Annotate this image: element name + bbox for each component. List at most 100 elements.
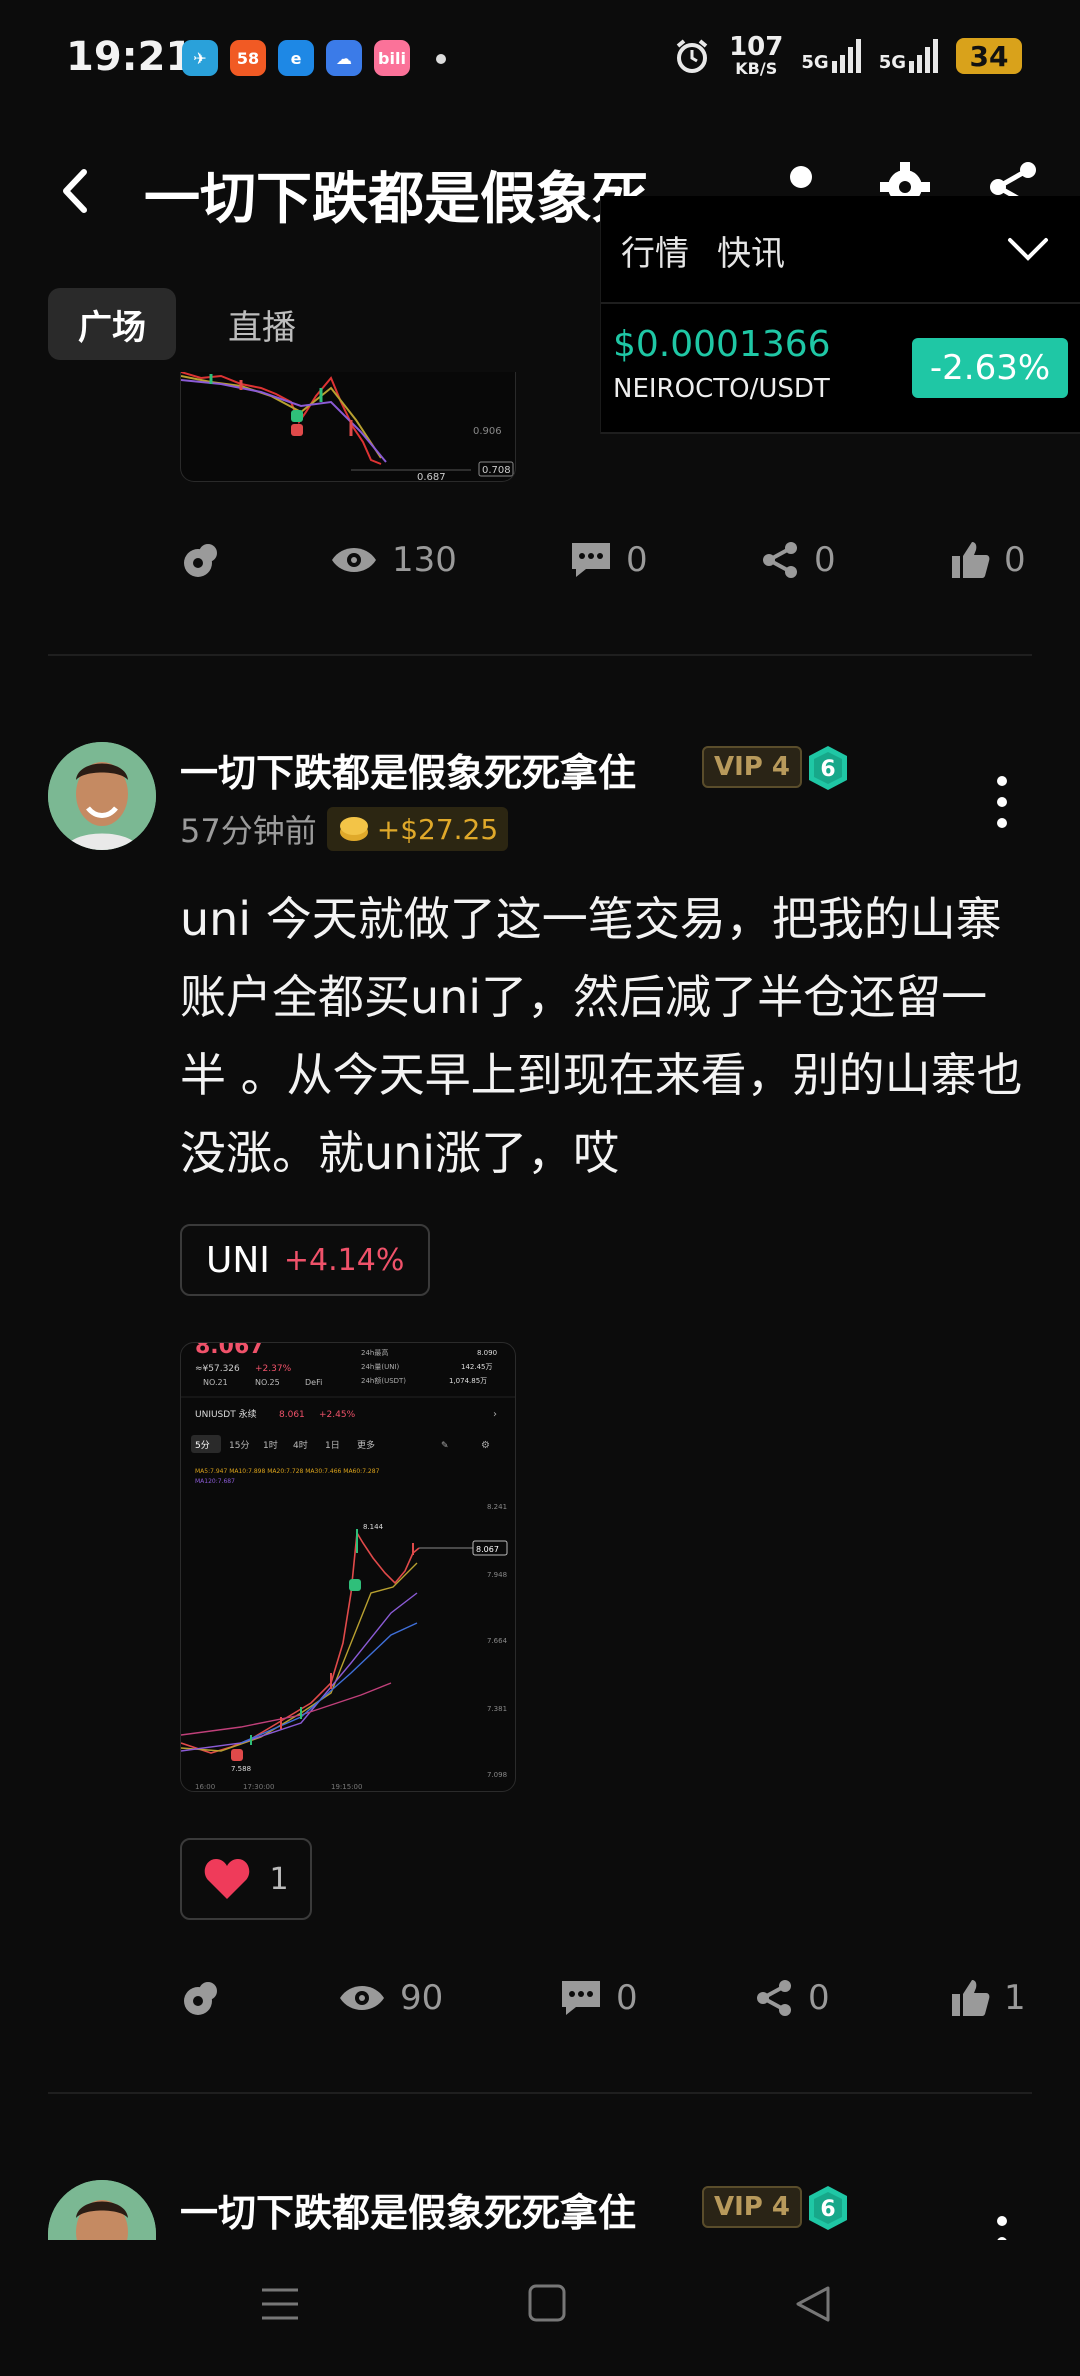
chart-low: 7.588 — [231, 1765, 251, 1773]
post2-chart-graphic: 8.067 ≈¥57.326 +2.37% NO.21 NO.25 DeFi 2… — [181, 1343, 515, 1791]
chart-axis-label: 7.381 — [487, 1705, 507, 1713]
reaction-button[interactable]: 1 — [180, 1838, 312, 1920]
level-number: 6 — [820, 757, 835, 782]
popup-divider-bottom — [601, 432, 1080, 434]
thumbs-up-icon — [952, 1980, 990, 2016]
chart-ma-line: MA5:7.947 MA10:7.898 MA20:7.728 MA30:7.4… — [195, 1468, 380, 1475]
repost-icon[interactable] — [180, 539, 222, 581]
post1-chart-low: 0.687 — [417, 472, 446, 482]
menu-icon[interactable] — [260, 2284, 300, 2324]
back-arrow-icon[interactable] — [56, 166, 96, 216]
chart-axis-label: 7.664 — [487, 1637, 508, 1645]
post1-chart-graphic: 0.708 0.906 0.687 — [181, 372, 514, 482]
shares-stat[interactable]: 0 — [754, 1978, 830, 2018]
chart-timeframe-label: 15分 — [229, 1440, 249, 1451]
chart-time-label: 17:30:00 — [243, 1783, 274, 1791]
views-stat: 90 — [338, 1978, 443, 2018]
comments-count: 0 — [616, 1978, 638, 2018]
comments-stat[interactable]: 0 — [570, 540, 648, 580]
chart-settings-icon: ⚙ — [481, 1440, 490, 1451]
post1-chart-mid: 0.906 — [473, 426, 502, 437]
likes-stat[interactable]: 0 — [950, 540, 1026, 580]
likes-stat[interactable]: 1 — [950, 1978, 1026, 2018]
eye-icon — [332, 548, 376, 572]
more-options-icon[interactable] — [994, 776, 1010, 839]
avatar[interactable] — [48, 742, 156, 850]
chart-timeframe-label: 5分 — [195, 1440, 210, 1451]
more-options-icon[interactable] — [994, 2216, 1010, 2240]
shares-stat[interactable]: 0 — [760, 540, 836, 580]
market-ticker-popup[interactable]: 行情 快讯 $0.0001366 NEIROCTO/USDT -2.63% — [600, 196, 1080, 434]
tab-news[interactable]: 快讯 — [717, 226, 785, 275]
feed-tabs: 广场 直播 — [48, 288, 326, 360]
status-bar: 19:21 ✈ 58 e ☁ bili 107 KB/S 5G 5G 34 — [0, 0, 1080, 118]
ticker-change-badge: -2.63% — [912, 338, 1068, 398]
likes-count: 1 — [1004, 1978, 1026, 2018]
net-speed-value: 107 — [729, 32, 784, 62]
chart-sub-price: ≈¥57.326 — [195, 1364, 240, 1374]
58-app-icon: 58 — [230, 40, 266, 76]
eye-icon — [340, 1986, 384, 2010]
post-divider — [48, 2092, 1032, 2094]
chart-last-price: 8.067 — [476, 1545, 499, 1554]
views-count: 130 — [392, 540, 457, 580]
level-badge-icon: 6 — [809, 746, 847, 790]
chart-peak: 8.144 — [363, 1523, 384, 1531]
sim1-signal-icon: 5G — [801, 39, 861, 73]
views-count: 90 — [400, 1978, 444, 2018]
coin-tag-symbol: UNI — [206, 1239, 270, 1281]
coin-tag[interactable]: UNI +4.14% — [180, 1224, 431, 1296]
chart-open-arrow: › — [493, 1409, 497, 1420]
home-icon[interactable] — [528, 2284, 566, 2322]
share-icon — [763, 542, 797, 578]
vip-badge: VIP 4 — [702, 2186, 802, 2228]
system-navigation-bar — [0, 2240, 1080, 2376]
browser-app-icon: e — [278, 40, 314, 76]
alarm-icon — [676, 39, 708, 73]
notification-icons: ✈ 58 e ☁ bili — [182, 40, 410, 76]
chevron-down-icon[interactable] — [1006, 226, 1050, 270]
chart-pair-change: +2.45% — [319, 1410, 356, 1420]
avatar[interactable] — [48, 2180, 156, 2240]
comment-icon — [562, 1981, 600, 2015]
chart-timeframe-label: 更多 — [357, 1439, 375, 1451]
ticker-pair: NEIROCTO/USDT — [613, 374, 830, 404]
vip-badge: VIP 4 — [702, 746, 802, 788]
post1-stats-row: 130 0 0 0 — [180, 530, 1040, 590]
author-name[interactable]: 一切下跌都是假象死死拿住 — [180, 2182, 636, 2237]
status-indicators: 107 KB/S 5G 5G 34 — [673, 34, 1022, 78]
likes-count: 0 — [1004, 540, 1026, 580]
chart-stat-value: 142.45万 — [461, 1363, 493, 1371]
chart-rank1: NO.21 — [203, 1378, 228, 1387]
back-icon[interactable] — [794, 2284, 832, 2324]
comment-icon — [572, 543, 610, 577]
battery-icon: 34 — [956, 38, 1022, 74]
author-name[interactable]: 一切下跌都是假象死死拿住 — [180, 742, 636, 797]
sim2-label: 5G — [878, 52, 906, 73]
post-meta: 57分钟前 +$27.25 — [180, 806, 509, 852]
shares-count: 0 — [808, 1978, 830, 2018]
chart-sub-change: +2.37% — [255, 1364, 292, 1374]
post-body: uni 今天就做了这一笔交易，把我的山寨账户全都买uni了，然后减了半仓还留一半… — [180, 892, 1023, 1180]
repost-icon[interactable] — [180, 1977, 222, 2019]
ticker-price: $0.0001366 — [613, 324, 831, 365]
chart-ma-line2: MA120:7.687 — [195, 1478, 235, 1485]
chart-stat-label: 24h量(UNI) — [361, 1363, 399, 1371]
comments-stat[interactable]: 0 — [560, 1978, 638, 2018]
chart-stat-label: 24h额(USDT) — [361, 1376, 406, 1385]
shares-count: 0 — [814, 540, 836, 580]
level-badge-icon: 6 — [809, 2186, 847, 2230]
sim2-signal-icon: 5G — [879, 39, 938, 73]
post1-chart-image[interactable]: 0.708 0.906 0.687 — [180, 372, 516, 482]
popup-divider — [601, 302, 1080, 304]
tab-live[interactable]: 直播 — [198, 288, 326, 360]
tab-market[interactable]: 行情 — [621, 226, 689, 275]
chart-axis-label: 7.948 — [487, 1571, 507, 1579]
views-stat: 130 — [330, 540, 457, 580]
thumbs-up-icon — [952, 542, 990, 578]
chart-pair-price: 8.061 — [279, 1410, 305, 1420]
post2-chart-image[interactable]: 8.067 ≈¥57.326 +2.37% NO.21 NO.25 DeFi 2… — [180, 1342, 516, 1792]
avatar-image — [48, 2180, 156, 2240]
tab-square[interactable]: 广场 — [48, 288, 176, 360]
net-speed-unit: KB/S — [735, 59, 778, 78]
